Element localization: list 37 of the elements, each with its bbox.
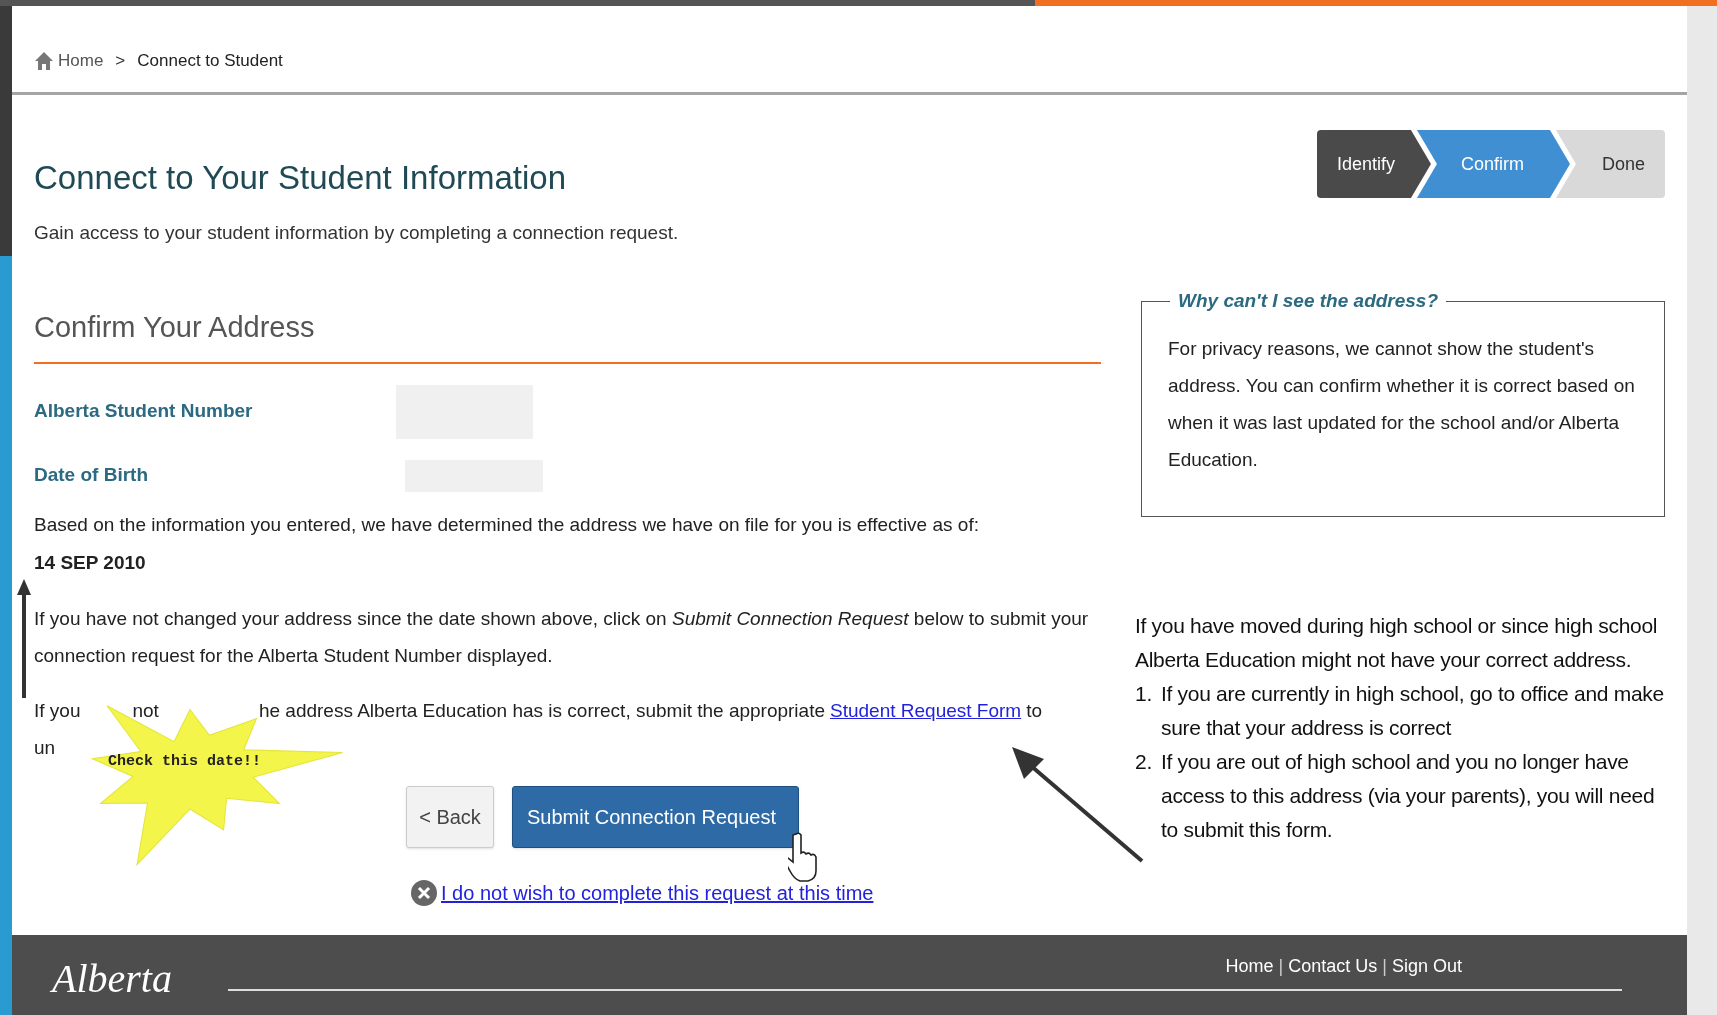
- paragraph-fragment: he address Alberta Education has is correct, submit the appropriate: [258, 698, 825, 723]
- list-item-text: If you are out of high school and you no longer have access to this address (via your parents), you will need to submit this form.: [1161, 748, 1656, 843]
- cancel-link[interactable]: I do not wish to complete this request at this time: [441, 877, 874, 908]
- request-form-link[interactable]: Student Request Form: [830, 691, 1022, 729]
- footer-link[interactable]: Contact Us: [1288, 953, 1378, 980]
- paragraph-fragment: If you: [34, 698, 81, 723]
- breadcrumb-link[interactable]: Home: [58, 48, 104, 74]
- footer-link[interactable]: Home: [1225, 953, 1274, 980]
- effective-text: Based on the information you entered, we have determined the address we have on file for you is effective as of:: [34, 512, 980, 537]
- field-label: Date of Birth: [34, 463, 149, 488]
- info-box-text: For privacy reasons, we cannot show the student's address. You can confirm whether it is correct based on when it was last updated for the school and/or Alberta Education.: [1168, 336, 1636, 472]
- section-heading: Confirm Your Address: [34, 306, 1101, 364]
- callout-text: Check this date!!: [108, 752, 262, 772]
- home-icon[interactable]: [34, 51, 54, 71]
- paragraph-fragment: to: [1026, 698, 1043, 723]
- submit-button[interactable]: Submit Connection Request: [512, 785, 800, 848]
- paragraph-fragment: not: [132, 698, 159, 723]
- field-label: Alberta Student Number: [34, 399, 254, 424]
- instruction-text: If you have not changed your address since the date shown above, click on Submit Connection Request below to submit your connection request for the Alberta Student Number displayed.: [34, 606, 1090, 668]
- breadcrumb-current: Connect to Student: [137, 50, 283, 73]
- back-button[interactable]: < Back: [406, 785, 494, 848]
- hand-cursor-icon: [788, 832, 820, 882]
- footer-logo: Alberta: [52, 955, 172, 1003]
- list-number: 1.: [1135, 680, 1153, 707]
- page-title: Connect to Your Student Information: [34, 158, 568, 198]
- paragraph-fragment: un: [34, 735, 56, 760]
- list-number: 2.: [1135, 748, 1153, 775]
- note-text: If you have moved during high school or since high school Alberta Education might not have your correct address.: [1135, 612, 1659, 673]
- close-icon[interactable]: [410, 878, 438, 907]
- list-item-text: If you are currently in high school, go to office and make sure that your address is correct: [1161, 680, 1665, 741]
- info-box-legend: Why can't I see the address?: [1170, 287, 1447, 316]
- footer-link[interactable]: Sign Out: [1391, 953, 1462, 980]
- page-subtitle: Gain access to your student information by completing a connection request.: [34, 220, 679, 245]
- effective-date: 14 SEP 2010: [34, 551, 147, 575]
- breadcrumb-separator: >: [115, 50, 126, 73]
- footer-separator: |: [1381, 955, 1388, 978]
- footer-separator: |: [1277, 955, 1285, 978]
